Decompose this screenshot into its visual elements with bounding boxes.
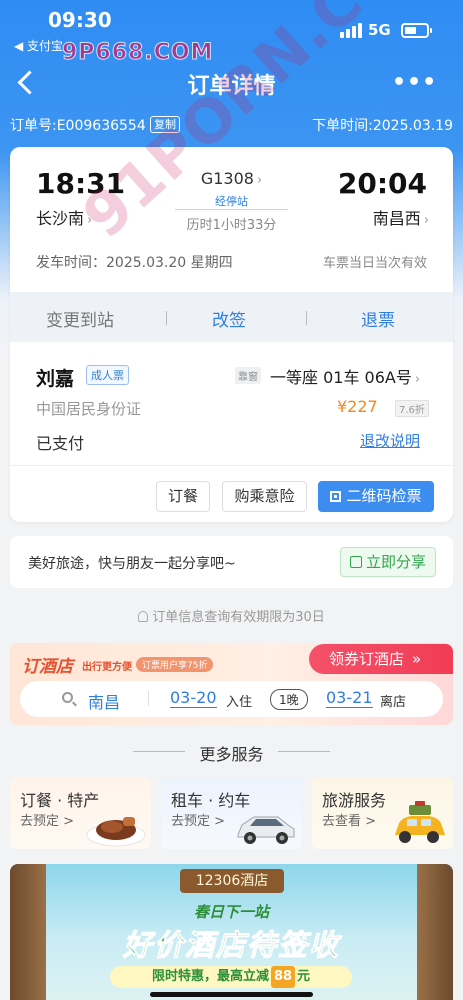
divider [10, 465, 453, 466]
more-services-heading: 更多服务 [199, 745, 264, 764]
nav-bar: 订单详情 ••• [0, 60, 463, 104]
ticket-validity: 车票当日当次有效 [322, 256, 427, 271]
share-button-label: 立即分享 [365, 553, 426, 571]
ticket-type-badge: 成人票 [86, 365, 129, 385]
share-icon [349, 556, 362, 568]
service-car-rental[interactable]: 租车 · 约车 去预定 > [161, 777, 302, 849]
home-indicator [150, 992, 313, 997]
route-line [175, 209, 288, 210]
arrival-station-label: 南昌西 [372, 209, 421, 228]
hotel-coupon-button[interactable]: 领券订酒店 » [309, 644, 453, 674]
network-type: 5G [368, 21, 391, 39]
arrival-time: 20:04 [337, 167, 427, 200]
hotel-coupon-label: 领券订酒店 [329, 650, 405, 668]
passenger-name: 刘嘉 [36, 368, 75, 390]
service-title: 旅游服务 [322, 791, 387, 810]
refund-policy-link[interactable]: 退改说明 [360, 430, 420, 451]
seat-info[interactable]: 一等座 01车 06A号 › [270, 364, 420, 388]
copy-order-button[interactable]: 复制 [150, 116, 180, 133]
checkout-date[interactable]: 03-21 [326, 688, 373, 708]
bell-icon [138, 611, 149, 622]
query-notice: 订单信息查询有效期限为30日 [0, 606, 463, 625]
tour-car-icon [395, 801, 445, 843]
order-number: 订单号:E009636554 [10, 118, 146, 134]
arrival-station[interactable]: 南昌西 › [373, 205, 429, 229]
deal-suffix: 元 [297, 969, 311, 984]
more-options-icon[interactable]: ••• [392, 70, 437, 95]
departure-date: 发车时间：2025.03.20 星期四 [36, 255, 233, 271]
hotel-promo-badge: 订票用户享75折 [136, 657, 214, 672]
checkout-label: 离店 [380, 695, 407, 710]
banner-deal: 限时特惠，最高立减 88 元 [110, 966, 352, 988]
signal-icon [340, 22, 362, 38]
car-icon [237, 816, 295, 844]
banner-tag: 12306酒店 [180, 869, 284, 893]
share-button[interactable]: 立即分享 [340, 547, 436, 577]
id-type: 中国居民身份证 [36, 400, 142, 418]
banner-subtitle: 春日下一站 [193, 903, 269, 921]
window-seat-tag: 靠窗 [235, 367, 261, 384]
chevron-right-icon: › [256, 173, 263, 188]
search-icon [62, 692, 73, 703]
hotel-title: 订酒店 [22, 657, 73, 677]
service-link: 去预定 > [20, 814, 75, 829]
hotel-slogan: 出行更方便 [82, 662, 132, 673]
refund-button[interactable]: 退票 [361, 306, 395, 331]
payment-status: 已支付 [36, 434, 85, 453]
steak-icon [86, 817, 146, 847]
qr-check-label: 二维码检票 [346, 487, 422, 505]
service-link: 去查看 > [322, 814, 377, 829]
hotel-booking-card: 订酒店 出行更方便 订票用户享75折 领券订酒店 » 南昌 03-20 入住 1晚… [10, 643, 453, 725]
checkin-label: 入住 [226, 695, 253, 710]
resign-button[interactable]: 改签 [212, 306, 246, 331]
order-time: 下单时间:2025.03.19 [312, 118, 453, 134]
status-time: 09:30 [48, 8, 112, 32]
deal-prefix: 限时特惠，最高立减 [151, 969, 269, 984]
hotel-search-box[interactable]: 南昌 03-20 入住 1晚 03-21 离店 [20, 681, 443, 717]
chevron-right-icon: › [414, 372, 421, 387]
divider [278, 751, 330, 752]
divider [306, 311, 307, 325]
chevron-right-icon: › [423, 213, 429, 228]
divider [148, 691, 149, 706]
return-to-app-link[interactable]: ◀ 支付宝 [14, 37, 63, 54]
banner-headline: 好价酒店待签收 [122, 928, 340, 963]
seat-info-label: 一等座 01车 06A号 [270, 368, 412, 387]
qr-code-icon [330, 491, 342, 502]
service-travel[interactable]: 旅游服务 去查看 > [312, 777, 453, 849]
order-info-line: 订单号:E009636554 复制 下单时间:2025.03.19 [10, 115, 453, 135]
hotel-promo-banner[interactable]: 12306酒店 春日下一站 好价酒店待签收 限时特惠，最高立减 88 元 [10, 864, 453, 1000]
deal-amount: 88 [270, 966, 296, 988]
order-meal-button[interactable]: 订餐 [156, 481, 210, 512]
change-station-button[interactable]: 变更到站 [46, 306, 114, 331]
ticket-price: ¥227 [337, 397, 378, 416]
share-text: 美好旅途，快与朋友一起分享吧~ [28, 556, 236, 572]
nights-badge: 1晚 [270, 689, 308, 710]
query-notice-text: 订单信息查询有效期限为30日 [152, 610, 325, 625]
status-bar: 09:30 ◀ 支付宝 5G [0, 0, 463, 58]
service-link: 去预定 > [171, 814, 226, 829]
divider [166, 311, 167, 325]
hotel-city[interactable]: 南昌 [88, 689, 120, 713]
train-number-label: G1308 [200, 169, 254, 188]
buy-insurance-button[interactable]: 购乘意险 [222, 481, 307, 512]
service-meal-specialty[interactable]: 订餐 · 特产 去预定 > [10, 777, 151, 849]
double-chevron-icon: » [412, 650, 422, 668]
discount-badge: 7.6折 [395, 400, 429, 417]
share-card: 美好旅途，快与朋友一起分享吧~ 立即分享 [10, 536, 453, 588]
trip-card: 18:31 长沙南 › G1308 › 经停站 历时1小时33分 20:04 南昌西… [10, 147, 453, 522]
checkin-date[interactable]: 03-20 [170, 688, 217, 708]
ticket-action-bar: 变更到站 改签 退票 [10, 292, 453, 342]
qr-check-button[interactable]: 二维码检票 [318, 481, 434, 512]
battery-icon [401, 23, 432, 38]
